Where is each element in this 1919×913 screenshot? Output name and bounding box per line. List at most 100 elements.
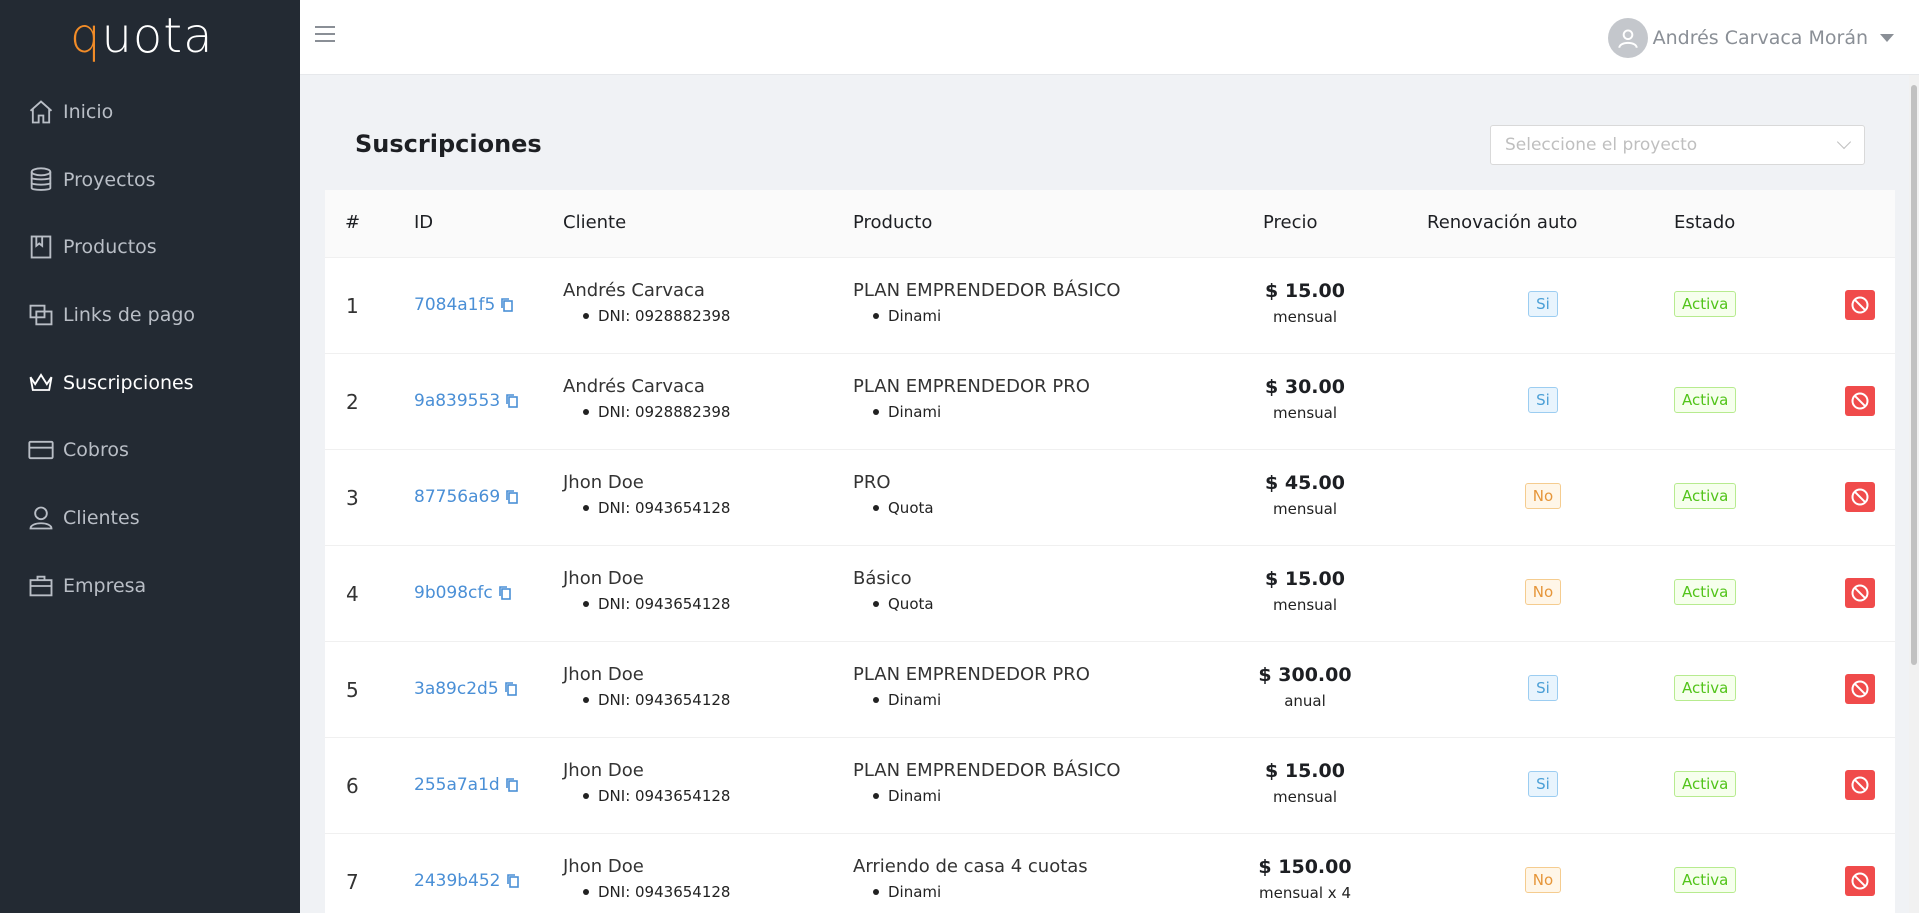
copy-icon[interactable] [505,777,519,793]
cancel-subscription-button[interactable] [1845,386,1875,416]
column-header-num: # [345,212,361,233]
copy-icon[interactable] [505,489,519,505]
sidebar-item-label: Empresa [63,574,147,597]
briefcase-icon [29,575,53,596]
subscription-id[interactable]: 9b098cfc [414,583,493,603]
copy-icon[interactable] [506,873,520,889]
subscription-id-link[interactable]: 255a7a1d [414,775,519,795]
cancel-subscription-button[interactable] [1845,482,1875,512]
sidebar-item-links-de-pago[interactable]: Links de pago [0,281,300,349]
renovacion-cell: Si [1508,675,1578,701]
renovacion-badge: Si [1528,291,1558,317]
cancel-subscription-button[interactable] [1845,674,1875,704]
precio-cell: $ 15.00 mensual [1245,568,1365,614]
producto-proyecto: Dinami [853,403,1090,421]
scrollbar-thumb[interactable] [1911,85,1917,665]
sidebar-item-inicio[interactable]: Inicio [0,78,300,146]
precio-cell: $ 30.00 mensual [1245,376,1365,422]
precio-periodo: anual [1284,692,1326,710]
status-badge: Activa [1674,867,1737,893]
producto-cell: PLAN EMPRENDEDOR PRO Dinami [853,376,1090,421]
subscription-id[interactable]: 9a839553 [414,391,500,411]
subscription-id[interactable]: 255a7a1d [414,775,500,795]
row-number: 7 [346,870,359,894]
renovacion-cell: Si [1508,387,1578,413]
cancel-subscription-button[interactable] [1845,770,1875,800]
copy-icon[interactable] [505,393,519,409]
subscription-id[interactable]: 3a89c2d5 [414,679,499,699]
copy-icon[interactable] [500,297,514,313]
cancel-subscription-button[interactable] [1845,578,1875,608]
producto-proyecto: Dinami [853,307,1121,325]
renovacion-cell: No [1508,867,1578,893]
status-badge: Activa [1674,771,1737,797]
status-badge: Activa [1674,291,1737,317]
subscription-id-link[interactable]: 9b098cfc [414,583,512,603]
scrollbar[interactable] [1909,75,1919,913]
cancel-subscription-button[interactable] [1845,290,1875,320]
sidebar-item-empresa[interactable]: Empresa [0,552,300,620]
producto-name: PLAN EMPRENDEDOR BÁSICO [853,760,1121,781]
cliente-name: Jhon Doe [563,664,644,685]
status-badge: Activa [1674,675,1737,701]
project-select-placeholder: Seleccione el proyecto [1505,135,1698,155]
precio-periodo: mensual x 4 [1259,884,1351,902]
project-select[interactable]: Seleccione el proyecto [1490,125,1865,165]
subscription-id-link[interactable]: 2439b452 [414,871,520,891]
renovacion-badge: No [1524,867,1562,893]
producto-cell: PRO Quota [853,472,934,517]
sidebar-item-suscripciones[interactable]: Suscripciones [0,349,300,417]
subscription-id[interactable]: 87756a69 [414,487,500,507]
precio-amount: $ 15.00 [1265,760,1345,782]
chevron-down-icon [1836,134,1852,150]
precio-periodo: mensual [1272,500,1338,518]
subscription-id-link[interactable]: 3a89c2d5 [414,679,518,699]
table-row: 6 255a7a1d Jhon Doe DNI: 0943654128 PLAN EMP… [325,738,1895,834]
block-icon [1851,296,1869,314]
copy-icon[interactable] [504,681,518,697]
user-name: Andrés Carvaca Morán [1652,27,1868,49]
subscription-id[interactable]: 2439b452 [414,871,501,891]
renovacion-badge: No [1524,483,1562,509]
sidebar-item-proyectos[interactable]: Proyectos [0,146,300,214]
cliente-dni: DNI: 0943654128 [563,595,730,613]
cliente-name: Jhon Doe [563,856,644,877]
cliente-dni: DNI: 0928882398 [563,307,730,325]
row-number: 4 [346,582,359,606]
block-icon [1851,488,1869,506]
cliente-dni: DNI: 0943654128 [563,499,730,517]
subscription-id-link[interactable]: 7084a1f5 [414,295,514,315]
cliente-cell: Jhon Doe DNI: 0943654128 [563,568,730,613]
sidebar-item-label: Links de pago [63,303,196,326]
user-icon [29,506,53,530]
subscription-id[interactable]: 7084a1f5 [414,295,495,315]
copy-windows-icon [29,304,53,326]
estado-cell: Activa [1674,387,1737,413]
row-number: 1 [346,294,359,318]
cliente-dni: DNI: 0943654128 [563,787,730,805]
sidebar-item-label: Cobros [63,439,129,462]
block-icon [1851,584,1869,602]
producto-name: Arriendo de casa 4 cuotas [853,856,1088,877]
sidebar-item-productos[interactable]: Productos [0,213,300,281]
sidebar-item-clientes[interactable]: Clientes [0,484,300,552]
table-row: 5 3a89c2d5 Jhon Doe DNI: 0943654128 PLAN EMP… [325,642,1895,738]
subscription-id-link[interactable]: 9a839553 [414,391,519,411]
user-menu[interactable]: Andrés Carvaca Morán [1607,18,1894,58]
sidebar-item-label: Productos [63,236,157,259]
status-badge: Activa [1674,579,1737,605]
cliente-dni: DNI: 0943654128 [563,691,730,709]
menu-toggle-icon[interactable] [315,26,335,42]
copy-icon[interactable] [498,585,512,601]
producto-proyecto: Dinami [853,691,1090,709]
quota-logo[interactable]: quota [70,8,214,64]
estado-cell: Activa [1674,291,1737,317]
precio-amount: $ 15.00 [1265,280,1345,302]
row-number: 6 [346,774,359,798]
sidebar-item-cobros[interactable]: Cobros [0,416,300,484]
table-row: 1 7084a1f5 Andrés Carvaca DNI: 0928882398 PL… [325,258,1895,354]
subscription-id-link[interactable]: 87756a69 [414,487,519,507]
estado-cell: Activa [1674,675,1737,701]
cancel-subscription-button[interactable] [1845,866,1875,896]
sidebar-nav: Inicio Proyectos Productos Links de pago… [0,78,300,620]
